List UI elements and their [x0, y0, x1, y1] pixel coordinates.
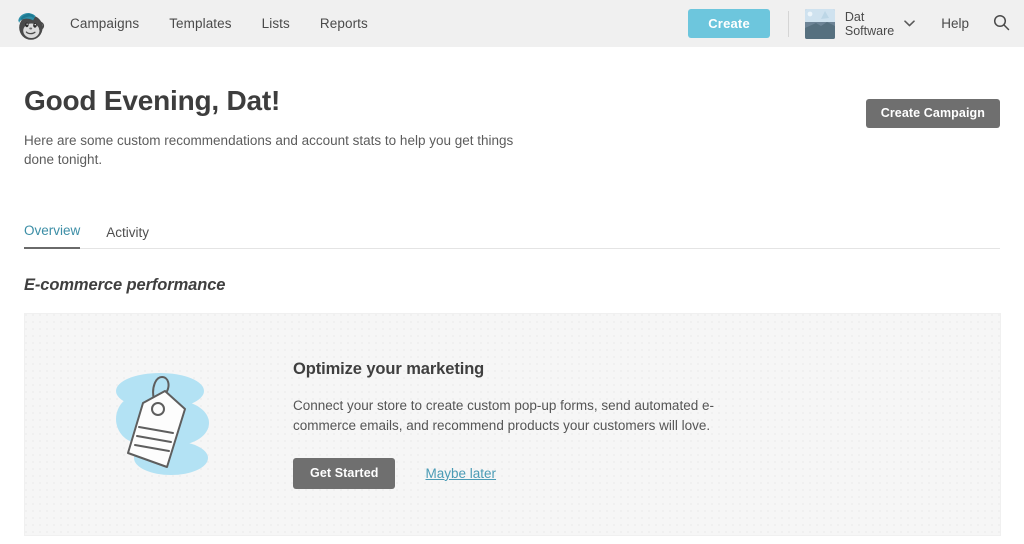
account-name: Dat Software — [845, 10, 894, 38]
page-title: Good Evening, Dat! — [24, 85, 281, 116]
card-heading: Optimize your marketing — [293, 360, 485, 379]
hero-section: Good Evening, Dat! Here are some custom … — [24, 47, 1000, 169]
search-button[interactable] — [993, 14, 1010, 34]
tab-activity[interactable]: Activity — [106, 225, 149, 249]
help-link[interactable]: Help — [941, 16, 969, 31]
create-button[interactable]: Create — [688, 9, 770, 38]
account-name-line1: Dat — [844, 9, 865, 24]
top-navigation-bar: Campaigns Templates Lists Reports Create… — [0, 0, 1024, 47]
nav-right-group: Create Dat Software Help — [688, 8, 1010, 39]
tab-bar: Overview Activity — [24, 222, 1000, 249]
mailchimp-freddie-logo[interactable] — [12, 6, 48, 42]
search-icon — [993, 14, 1010, 30]
card-actions: Get Started Maybe later — [293, 458, 873, 489]
account-menu[interactable]: Dat Software — [804, 8, 916, 39]
nav-divider — [787, 10, 789, 37]
user-avatar — [804, 8, 835, 39]
section-title-ecommerce-performance: E-commerce performance — [24, 275, 226, 294]
nav-item-reports[interactable]: Reports — [320, 16, 368, 31]
get-started-button[interactable]: Get Started — [293, 458, 396, 489]
page-subtitle: Here are some custom recommendations and… — [24, 132, 514, 167]
page-content: Good Evening, Dat! Here are some custom … — [0, 47, 1024, 536]
maybe-later-link[interactable]: Maybe later — [425, 466, 496, 481]
ecommerce-promo-card: Optimize your marketing Connect your sto… — [24, 312, 1001, 536]
account-name-line2: Software — [844, 23, 895, 38]
primary-nav-list: Campaigns Templates Lists Reports — [70, 16, 368, 31]
create-campaign-button[interactable]: Create Campaign — [865, 99, 1000, 128]
nav-item-templates[interactable]: Templates — [169, 16, 231, 31]
card-illustration — [33, 357, 293, 492]
tab-overview[interactable]: Overview — [24, 223, 81, 249]
nav-item-lists[interactable]: Lists — [262, 16, 290, 31]
nav-item-campaigns[interactable]: Campaigns — [70, 16, 139, 31]
card-body: Optimize your marketing Connect your sto… — [293, 360, 913, 489]
card-description: Connect your store to create custom pop-… — [293, 398, 714, 434]
chevron-down-icon[interactable] — [904, 20, 916, 27]
price-tag-illustration — [116, 372, 209, 475]
